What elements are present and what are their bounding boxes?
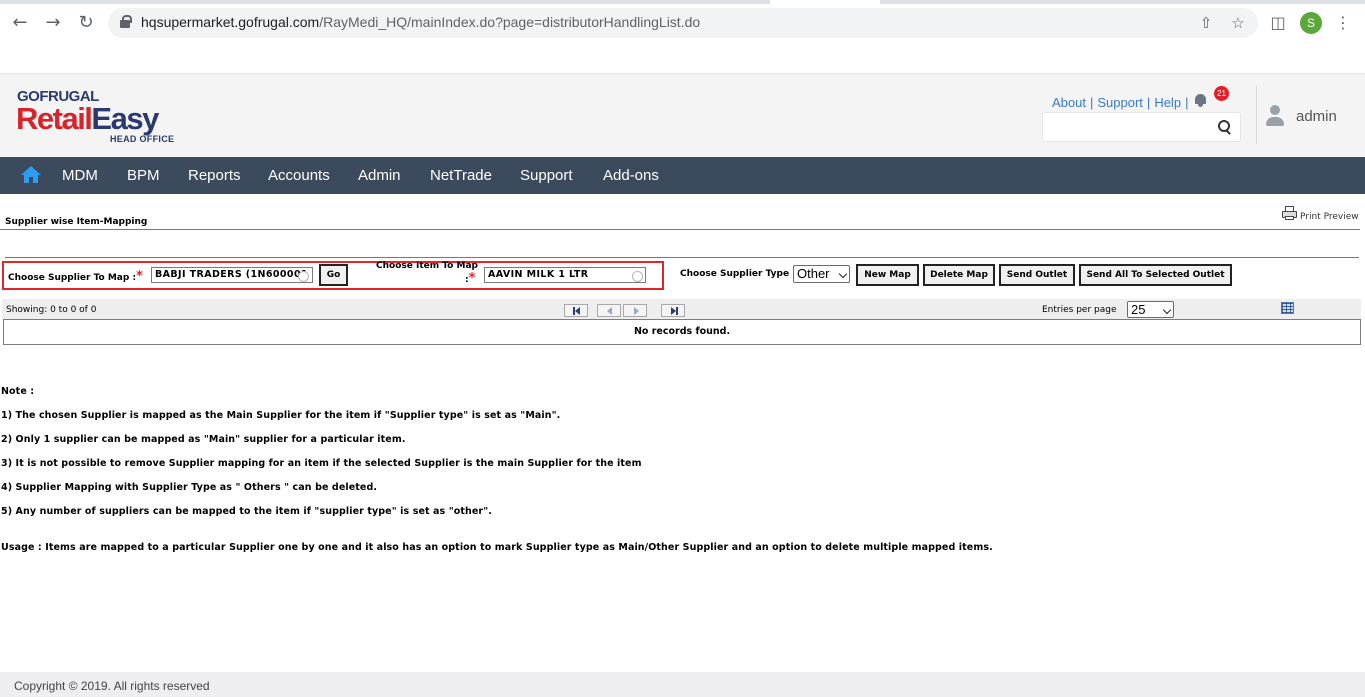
side-panel-icon[interactable]: ◫ (1267, 12, 1289, 34)
nav-item-mdm[interactable]: MDM (62, 167, 98, 184)
entries-value: 25 (1131, 302, 1146, 317)
new-map-button[interactable]: New Map (856, 264, 919, 286)
print-preview-label[interactable]: Print Preview (1300, 212, 1359, 222)
note-item: 1) The chosen Supplier is mapped as the … (1, 410, 561, 421)
entries-per-page-select[interactable]: 25 (1127, 301, 1174, 318)
logo-subtitle: HEAD OFFICE (110, 134, 175, 144)
delete-map-button[interactable]: Delete Map (923, 264, 995, 286)
supplier-label: Choose Supplier To Map :* (8, 269, 143, 284)
profile-avatar[interactable]: S (1300, 12, 1322, 34)
top-links: About | Support | Help | (1052, 95, 1192, 110)
section-divider (5, 257, 1359, 258)
column-chooser-icon[interactable] (1281, 302, 1294, 314)
main-nav: MDM BPM Reports Accounts Admin NetTrade … (0, 157, 1365, 194)
printer-icon[interactable] (1282, 206, 1297, 221)
logo-retail: Retail (16, 101, 93, 136)
url-path: /RayMedi_HQ/mainIndex.do?page=distributo… (319, 14, 701, 30)
showing-count: Showing: 0 to 0 of 0 (6, 305, 97, 315)
item-label-colon: :* (465, 271, 475, 286)
supplier-type-select[interactable]: Other (793, 265, 850, 283)
required-mark: * (468, 271, 476, 286)
nav-item-accounts[interactable]: Accounts (268, 167, 330, 184)
note-item: 2) Only 1 supplier can be mapped as "Mai… (1, 434, 406, 445)
send-outlet-button[interactable]: Send Outlet (999, 264, 1075, 286)
support-link[interactable]: Support (1097, 95, 1143, 110)
item-field[interactable]: AAVIN MILK 1 LTR (484, 267, 646, 283)
loading-icon (632, 271, 643, 282)
search-icon[interactable] (1218, 120, 1232, 134)
nav-item-admin[interactable]: Admin (358, 167, 401, 184)
notification-badge[interactable]: 21 (1214, 86, 1229, 101)
address-bar[interactable]: hqsupermarket.gofrugal.com/RayMedi_HQ/ma… (108, 8, 1258, 38)
about-link[interactable]: About (1052, 95, 1086, 110)
logo-easy: Easy (91, 101, 159, 136)
prev-page-button[interactable] (597, 304, 621, 317)
send-all-outlet-button[interactable]: Send All To Selected Outlet (1079, 264, 1232, 286)
logo-product: RetailEasy (16, 101, 159, 136)
url-text[interactable]: hqsupermarket.gofrugal.com/RayMedi_HQ/ma… (141, 14, 700, 30)
browser-tab-strip (0, 0, 1365, 4)
nav-item-nettrade[interactable]: NetTrade (430, 167, 492, 184)
supplier-field[interactable]: BABJI TRADERS (1N600001 (151, 267, 313, 283)
note-heading: Note : (1, 386, 35, 397)
user-icon[interactable] (1265, 105, 1285, 127)
app-header: GOFRUGAL RetailEasy HEAD OFFICE About | Su… (0, 73, 1365, 157)
copyright: Copyright © 2019. All rights reserved (14, 679, 210, 693)
item-value: AAVIN MILK 1 LTR (488, 269, 589, 280)
note-item: 5) Any number of suppliers can be mapped… (1, 506, 492, 517)
supplier-value: BABJI TRADERS (1N600001 (155, 269, 308, 280)
nav-item-reports[interactable]: Reports (188, 167, 241, 184)
nav-item-support[interactable]: Support (520, 167, 573, 184)
help-link[interactable]: Help (1154, 95, 1181, 110)
title-divider (0, 229, 1360, 230)
empty-message: No records found. (633, 326, 731, 337)
supplier-label-text: Choose Supplier To Map : (8, 273, 137, 283)
lock-icon[interactable] (120, 15, 132, 28)
note-item: 4) Supplier Mapping with Supplier Type a… (1, 482, 378, 493)
entries-per-page-label: Entries per page (1042, 305, 1117, 315)
browser-toolbar: ← → ↻ hqsupermarket.gofrugal.com/RayMedi… (0, 0, 1365, 46)
nav-item-addons[interactable]: Add-ons (603, 167, 659, 184)
user-name[interactable]: admin (1296, 108, 1337, 125)
print-preview-button[interactable]: Print Preview (1282, 206, 1362, 226)
chevron-down-icon (1162, 305, 1172, 315)
last-page-button[interactable] (661, 304, 685, 317)
url-host: hqsupermarket.gofrugal.com (141, 14, 320, 30)
bell-icon[interactable] (1194, 93, 1208, 107)
supplier-type-value: Other (797, 266, 830, 281)
first-page-button[interactable] (564, 304, 588, 317)
loading-icon (298, 271, 309, 282)
nav-item-bpm[interactable]: BPM (127, 167, 160, 184)
gofrugal-logo[interactable]: GOFRUGAL RetailEasy HEAD OFFICE (16, 88, 202, 148)
header-divider (1256, 86, 1257, 144)
required-mark: * (136, 269, 143, 284)
item-label: Choose Item To Map (376, 261, 478, 271)
footer: Copyright © 2019. All rights reserved (0, 672, 1365, 697)
note-item: 3) It is not possible to remove Supplier… (1, 458, 642, 469)
menu-dots-icon[interactable]: ⋮ (1332, 12, 1354, 34)
reload-icon[interactable]: ↻ (75, 12, 97, 34)
link-separator: | (1146, 95, 1151, 110)
star-icon[interactable]: ☆ (1228, 13, 1248, 33)
usage-note: Usage : Items are mapped to a particular… (1, 542, 993, 553)
back-icon[interactable]: ← (9, 12, 31, 34)
next-page-button[interactable] (623, 304, 647, 317)
link-separator: | (1185, 95, 1189, 110)
share-icon[interactable]: ⇧ (1196, 13, 1216, 33)
home-icon[interactable] (21, 166, 41, 184)
results-table: No records found. (3, 319, 1361, 345)
forward-icon[interactable]: → (42, 12, 64, 34)
link-separator: | (1089, 95, 1094, 110)
search-input[interactable] (1042, 112, 1241, 142)
supplier-type-label: Choose Supplier Type (680, 269, 790, 279)
go-button[interactable]: Go (319, 264, 348, 286)
chevron-down-icon (838, 269, 848, 279)
page-title: Supplier wise Item-Mapping (5, 217, 148, 227)
